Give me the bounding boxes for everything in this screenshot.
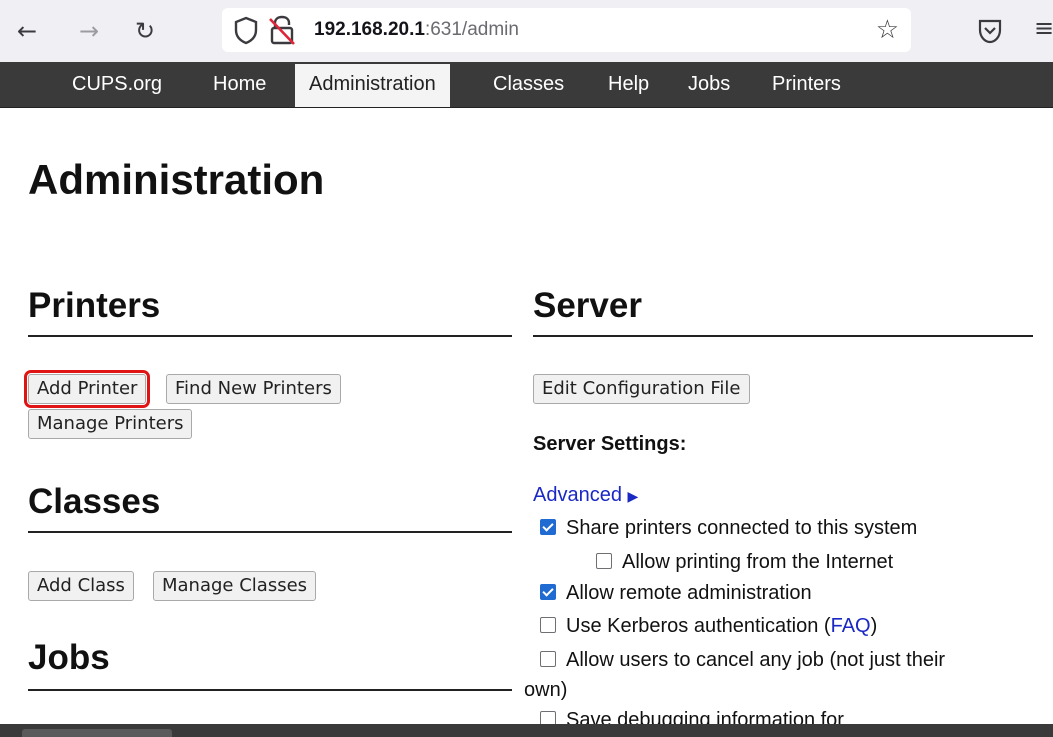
nav-printers[interactable]: Printers <box>772 62 841 107</box>
checkbox-remote-admin[interactable] <box>540 584 556 600</box>
server-divider <box>533 335 1033 337</box>
nav-help[interactable]: Help <box>608 62 649 107</box>
nav-classes[interactable]: Classes <box>493 62 564 107</box>
printers-heading: Printers <box>28 286 161 325</box>
option-kerberos[interactable]: Use Kerberos authentication (FAQ) <box>540 612 877 640</box>
checkbox-cancel-any-job[interactable] <box>540 651 556 667</box>
triangle-right-icon: ▶ <box>627 488 639 504</box>
printers-divider <box>28 335 512 337</box>
classes-divider <box>28 531 512 533</box>
advanced-link-label: Advanced <box>533 484 622 506</box>
option-remote-admin-label: Allow remote administration <box>566 582 812 604</box>
checkbox-allow-internet-printing[interactable] <box>596 553 612 569</box>
add-printer-button[interactable]: Add Printer <box>23 370 151 408</box>
option-allow-internet-printing-label: Allow printing from the Internet <box>622 551 894 573</box>
star-icon[interactable]: ☆ <box>876 14 899 46</box>
page-title: Administration <box>28 156 325 203</box>
url-text[interactable]: 192.168.20.1:631/admin <box>314 18 519 42</box>
checkbox-share-printers[interactable] <box>540 519 556 535</box>
manage-printers-button[interactable]: Manage Printers <box>28 409 193 439</box>
pocket-icon[interactable] <box>976 16 1004 46</box>
option-kerberos-suffix: ) <box>870 615 878 637</box>
back-icon[interactable]: ← <box>10 13 44 49</box>
browser-toolbar: ← → ↻ 192.168.20.1:631/admin ☆ ≡ <box>0 0 1053 62</box>
advanced-link[interactable]: Advanced ▶ <box>533 484 638 507</box>
faq-link[interactable]: FAQ <box>831 615 871 637</box>
find-new-printers-button[interactable]: Find New Printers <box>166 374 341 404</box>
reload-icon[interactable]: ↻ <box>128 13 162 49</box>
option-cancel-any-job-label: Allow users to cancel any job (not just … <box>566 649 946 671</box>
option-cancel-any-job[interactable]: Allow users to cancel any job (not just … <box>540 646 945 674</box>
option-remote-admin[interactable]: Allow remote administration <box>540 579 812 607</box>
jobs-divider <box>28 689 512 691</box>
jobs-heading: Jobs <box>28 638 110 677</box>
url-path: :631/admin <box>424 19 519 40</box>
cups-navbar: CUPS.org Home Administration Classes Hel… <box>0 62 1053 108</box>
shield-icon[interactable] <box>232 14 260 46</box>
option-allow-internet-printing[interactable]: Allow printing from the Internet <box>596 548 893 576</box>
checkbox-kerberos[interactable] <box>540 617 556 633</box>
address-bar[interactable]: 192.168.20.1:631/admin ☆ <box>222 8 911 52</box>
lock-warning-icon[interactable] <box>267 13 297 47</box>
option-kerberos-label: Use Kerberos authentication ( <box>566 615 831 637</box>
nav-cups-org[interactable]: CUPS.org <box>72 62 162 107</box>
edit-configuration-file-button[interactable]: Edit Configuration File <box>533 374 750 404</box>
server-settings-label: Server Settings: <box>533 433 687 455</box>
option-share-printers[interactable]: Share printers connected to this system <box>540 514 917 542</box>
url-host: 192.168.20.1 <box>314 19 425 40</box>
manage-classes-button[interactable]: Manage Classes <box>153 571 317 601</box>
option-cancel-any-job-continuation: own) <box>524 679 568 701</box>
classes-heading: Classes <box>28 482 161 521</box>
add-class-button[interactable]: Add Class <box>28 571 134 601</box>
nav-administration[interactable]: Administration <box>295 64 450 107</box>
forward-icon[interactable]: → <box>72 13 106 49</box>
bottom-tab <box>22 729 172 737</box>
nav-home[interactable]: Home <box>213 62 266 107</box>
server-heading: Server <box>533 286 642 325</box>
menu-icon[interactable]: ≡ <box>1034 14 1053 42</box>
option-share-printers-label: Share printers connected to this system <box>566 517 918 539</box>
nav-jobs[interactable]: Jobs <box>688 62 730 107</box>
